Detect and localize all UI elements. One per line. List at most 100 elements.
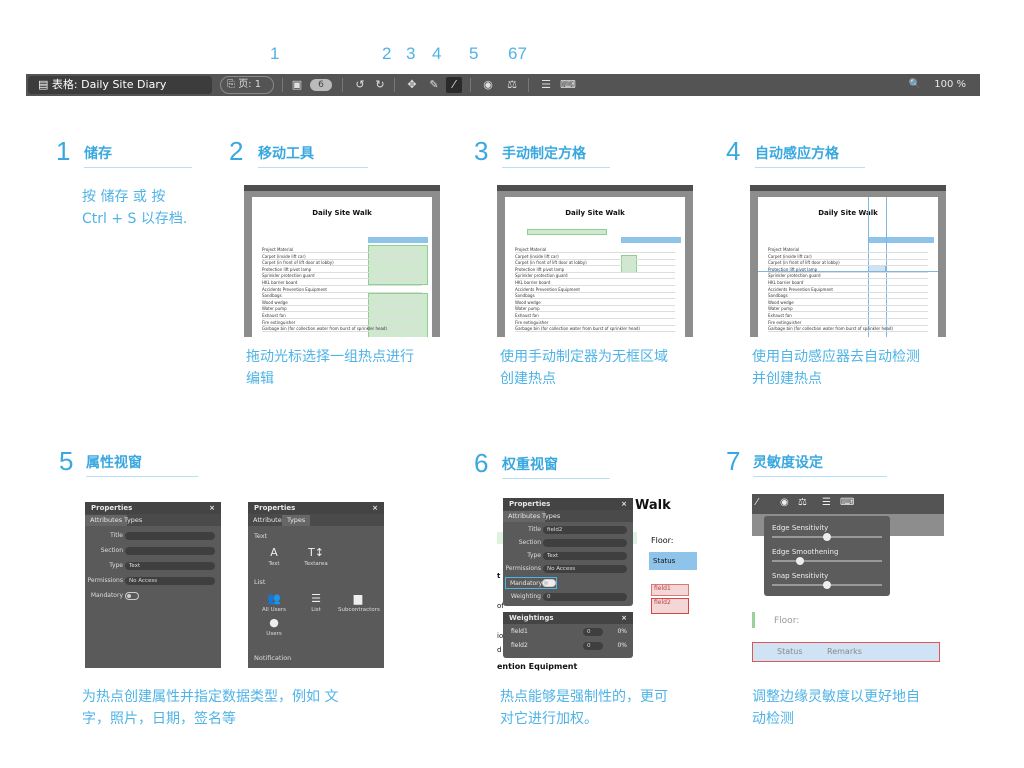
tab-types[interactable]: Types bbox=[537, 511, 565, 522]
marker-67: 67 bbox=[508, 44, 527, 63]
panel-title: Properties bbox=[254, 504, 296, 512]
tab-types[interactable]: Types bbox=[282, 515, 311, 526]
close-icon[interactable]: × bbox=[372, 504, 378, 512]
thumb-row-label: Carpet (in front of lift door at lobby) bbox=[262, 260, 334, 266]
tab-types[interactable]: Types bbox=[119, 515, 147, 526]
bg-status-header: Status bbox=[649, 552, 697, 570]
type-list[interactable]: ☰ List bbox=[296, 592, 336, 613]
sensitivity-icon[interactable]: ☰ bbox=[538, 77, 554, 93]
thumb-row-label: Carpet (inside lift car) bbox=[515, 253, 559, 259]
type-all-users[interactable]: 👥 All Users bbox=[254, 592, 294, 613]
auto-detect-icon[interactable]: ⁄ bbox=[446, 77, 462, 93]
section-6-number: 6 bbox=[474, 448, 489, 478]
redo-icon[interactable]: ↻ bbox=[372, 77, 388, 93]
panel-header: Properties × bbox=[248, 502, 384, 514]
marker-1: 1 bbox=[270, 44, 280, 63]
list-section-label: List bbox=[254, 578, 266, 586]
type-subcontractors[interactable]: ▆ Subcontractors bbox=[338, 592, 380, 613]
thumb-row-label: HKL barrier board bbox=[262, 280, 298, 285]
permissions-field-row: Permissions No Access bbox=[503, 563, 633, 575]
section-input[interactable] bbox=[125, 547, 215, 555]
field-label: Type bbox=[527, 552, 541, 559]
bg-field1: field1 bbox=[651, 584, 689, 596]
sensitivity-popover: Edge Sensitivity Edge Smoothening Snap S… bbox=[764, 516, 890, 596]
thumb-row-line bbox=[768, 291, 928, 293]
thumb-row-line bbox=[515, 311, 675, 313]
weighting-input[interactable]: 0 bbox=[543, 593, 627, 601]
type-text[interactable]: A Text bbox=[254, 546, 294, 567]
bg-header-row: Status Remarks bbox=[752, 642, 940, 662]
thumb-row-line bbox=[515, 291, 675, 293]
thumb-toolbar bbox=[497, 185, 693, 191]
bg-floor-label: Floor: bbox=[774, 616, 800, 626]
slider-knob[interactable] bbox=[795, 557, 804, 565]
slider-knob[interactable] bbox=[823, 533, 831, 541]
weight-input[interactable]: 0 bbox=[583, 628, 603, 636]
type-select[interactable]: Text bbox=[125, 562, 215, 570]
thumb-row-label: Accidents Prevention Equipment bbox=[768, 286, 834, 292]
permissions-select[interactable]: No Access bbox=[125, 577, 215, 585]
thumb-row-label: Sandbags bbox=[515, 293, 535, 299]
mandatory-toggle[interactable] bbox=[542, 579, 556, 587]
save-icon[interactable]: ▣ bbox=[289, 77, 305, 93]
thumb-row-label: Fire extinguisher bbox=[515, 319, 549, 325]
close-icon[interactable]: × bbox=[621, 500, 627, 508]
thumb-document: Daily Site Walk Project Material Carpet (… bbox=[505, 197, 685, 337]
type-users[interactable]: ● Users bbox=[254, 616, 294, 637]
keyboard-icon[interactable]: ⌨ bbox=[560, 77, 576, 93]
type-label: Textarea bbox=[304, 561, 328, 567]
manual-draw-icon[interactable]: ✎ bbox=[426, 77, 442, 93]
bg-floor-label: Floor: bbox=[651, 536, 674, 545]
permissions-select[interactable]: No Access bbox=[543, 565, 627, 573]
thumb-row-line bbox=[515, 331, 675, 333]
thumb-row-label: HKL barrier board bbox=[515, 280, 551, 285]
edge-smoothening-label: Edge Smoothening bbox=[772, 548, 839, 556]
section-4-title: 自动感应方格 bbox=[755, 143, 865, 168]
properties-icon[interactable]: ◉ bbox=[480, 77, 496, 93]
thumb-row-label: Carpet (in front of lift door at lobby) bbox=[768, 260, 840, 266]
mandatory-row: Mandatory bbox=[505, 577, 557, 589]
weight-percent: 0% bbox=[617, 642, 627, 649]
thumb-doc-title: Daily Site Walk bbox=[312, 209, 372, 217]
marker-3: 3 bbox=[406, 44, 416, 63]
edge-smoothening-slider[interactable] bbox=[772, 560, 882, 562]
type-select[interactable]: Text bbox=[543, 552, 627, 560]
thumb-row-label: Sprinkler protection guard bbox=[262, 273, 315, 279]
bg-status: Status bbox=[777, 647, 803, 656]
section-input[interactable] bbox=[543, 539, 627, 547]
document-title-field[interactable]: ▤ 表格: Daily Site Diary bbox=[28, 76, 212, 94]
panel-tabs: Attributes Types bbox=[248, 514, 384, 526]
panel-header: Properties × bbox=[85, 502, 221, 514]
panel-tabs: Attributes Types bbox=[503, 510, 633, 522]
type-textarea[interactable]: T↕ Textarea bbox=[296, 546, 336, 567]
thumb-row-label: Protection lift pivot lamp bbox=[262, 266, 312, 272]
zoom-control[interactable]: 🔍 100 % bbox=[909, 77, 966, 93]
close-icon[interactable]: × bbox=[621, 614, 627, 622]
slider-knob[interactable] bbox=[823, 581, 831, 589]
mandatory-toggle[interactable] bbox=[125, 592, 139, 600]
toolbar-divider bbox=[528, 78, 529, 92]
weight-input[interactable]: 0 bbox=[583, 642, 603, 650]
weights-icon[interactable]: ⚖ bbox=[504, 77, 520, 93]
section-1-number: 1 bbox=[56, 136, 71, 166]
type-field-row: Type Text bbox=[85, 560, 221, 572]
thumb-row-label: Wood wedge bbox=[515, 299, 541, 305]
move-tool-icon[interactable]: ✥ bbox=[404, 77, 420, 93]
section-2-description: 拖动光标选择一组热点进行 编辑 bbox=[246, 346, 414, 390]
close-icon[interactable]: × bbox=[209, 504, 215, 512]
zoom-icon: 🔍 bbox=[908, 79, 922, 90]
thumb-toolbar: ⁄ ◉ ⚖ ☰ ⌨ bbox=[752, 494, 944, 514]
title-input[interactable] bbox=[125, 532, 215, 540]
section-field-row: Section bbox=[503, 537, 633, 549]
page-selector[interactable]: ⎘ 页: 1 bbox=[220, 76, 274, 94]
desc-line: 使用手动制定器为无框区域 bbox=[500, 349, 668, 365]
properties-panel: Properties × Attributes Types Title fiel… bbox=[503, 498, 633, 606]
title-input[interactable]: field2 bbox=[543, 526, 627, 534]
field-label: Permissions bbox=[505, 565, 542, 572]
undo-icon[interactable]: ↺ bbox=[352, 77, 368, 93]
desc-line: 调整边缘灵敏度以更好地自 bbox=[752, 689, 920, 705]
section-1-description: 按 储存 或 按 Ctrl + S 以存档. bbox=[82, 186, 187, 230]
thumb-document: Daily Site Walk Project Material Carpet (… bbox=[758, 197, 938, 337]
bg-remarks: Remarks bbox=[827, 647, 862, 656]
field-label: Mandatory bbox=[90, 592, 123, 599]
